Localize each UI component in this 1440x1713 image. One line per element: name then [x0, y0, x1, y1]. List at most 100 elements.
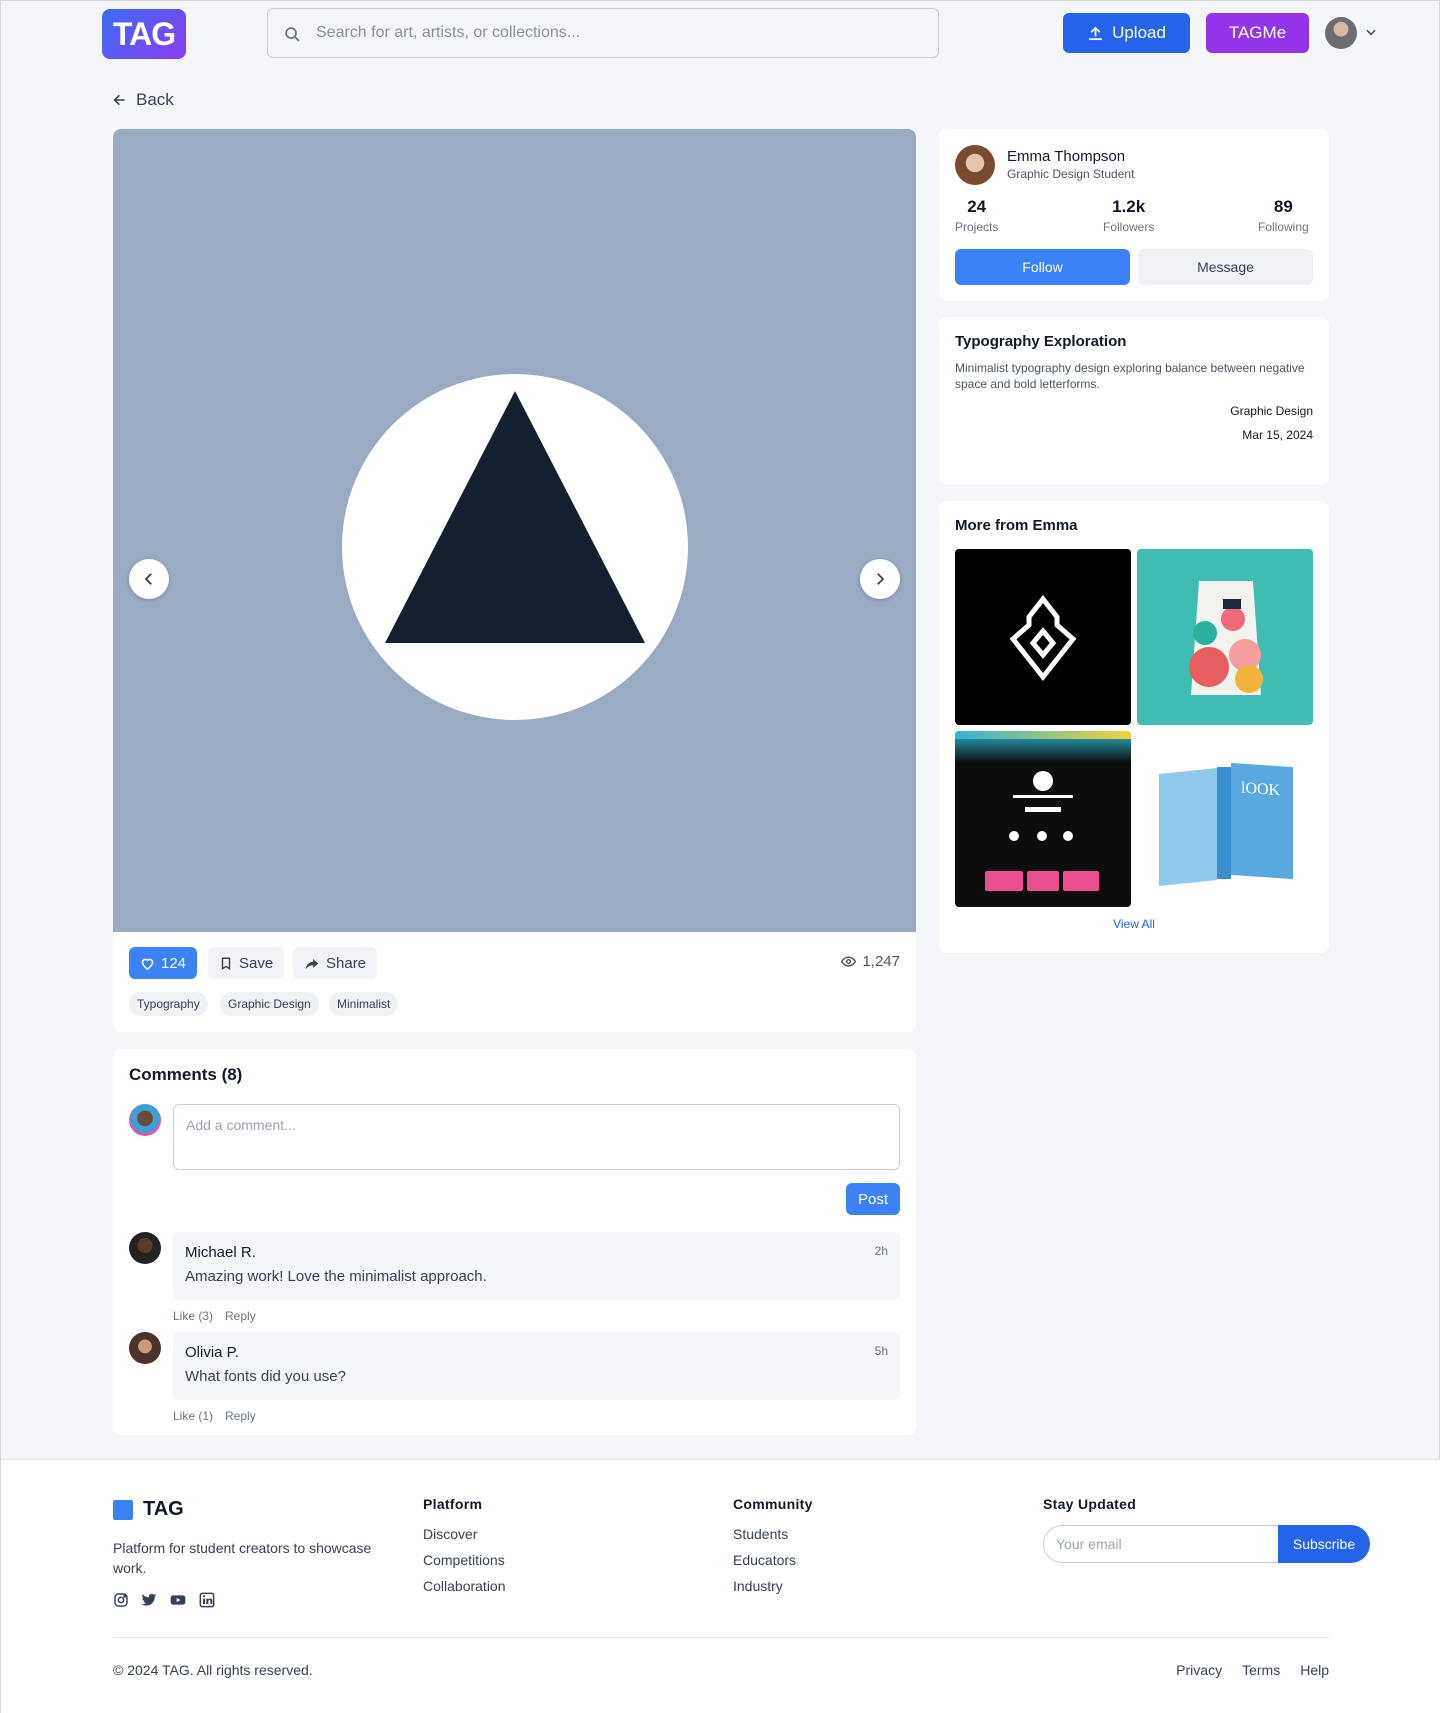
comment-actions: Like (3) Reply [173, 1309, 256, 1323]
comment-input[interactable] [173, 1104, 900, 1170]
book-front-cover: lOOK [1231, 762, 1293, 880]
search-input[interactable] [316, 9, 916, 57]
book-back-cover [1159, 767, 1217, 887]
tag-chip[interactable]: Graphic Design [220, 992, 319, 1016]
packaging-thumbnail[interactable] [1137, 549, 1313, 725]
book-thumbnail[interactable]: lOOK [1137, 731, 1313, 907]
footer-column-title: Platform [423, 1496, 483, 1512]
privacy-link[interactable]: Privacy [1176, 1662, 1222, 1678]
view-count: 1,247 [840, 953, 900, 970]
website-logo [1033, 771, 1053, 791]
stat-label: Projects [955, 220, 999, 234]
comment-author[interactable]: Michael R. [185, 1244, 256, 1261]
newsletter-email-input[interactable] [1043, 1525, 1279, 1563]
search-icon [285, 27, 300, 42]
footer-link-students[interactable]: Students [733, 1526, 813, 1542]
youtube-icon[interactable] [169, 1592, 187, 1608]
follow-button[interactable]: Follow [955, 249, 1130, 285]
footer-description: Platform for student creators to showcas… [113, 1540, 372, 1576]
footer-column-title: Community [733, 1496, 813, 1512]
previous-image-button[interactable] [129, 559, 169, 599]
comment-like-button[interactable]: Like (1) [173, 1409, 213, 1423]
share-label: Share [326, 954, 367, 972]
upload-button[interactable]: Upload [1063, 13, 1190, 53]
website-card [1027, 871, 1059, 891]
legal-links: Privacy Terms Help [1176, 1662, 1329, 1678]
website-feature-icon [1037, 831, 1047, 841]
comment-reply-button[interactable]: Reply [225, 1409, 256, 1423]
view-count-value: 1,247 [862, 953, 900, 970]
footer-link-discover[interactable]: Discover [423, 1526, 506, 1542]
save-button[interactable]: Save [208, 947, 285, 979]
message-label: Message [1197, 259, 1254, 275]
book-spine [1217, 767, 1231, 879]
artwork-category: Graphic Design [1230, 404, 1313, 418]
social-links [113, 1592, 215, 1608]
footer-link-industry[interactable]: Industry [733, 1578, 813, 1594]
artist-avatar[interactable] [955, 145, 995, 185]
artwork-actions: 124 Save Share 1,247 Typography Graphic … [113, 932, 916, 1032]
view-all-link[interactable]: View All [939, 917, 1329, 931]
stat-following: 89 Following [1258, 197, 1309, 234]
twitter-icon[interactable] [141, 1592, 157, 1608]
artist-role: Graphic Design Student [1007, 167, 1135, 181]
stat-label: Followers [1103, 220, 1155, 234]
copyright: © 2024 TAG. All rights reserved. [113, 1662, 313, 1678]
footer-link-competitions[interactable]: Competitions [423, 1552, 506, 1568]
tag-logo[interactable]: TAG [102, 9, 186, 59]
eye-icon [841, 956, 857, 967]
chevron-down-icon[interactable] [1364, 25, 1378, 39]
post-comment-button[interactable]: Post [846, 1183, 900, 1215]
tag-chip[interactable]: Typography [129, 992, 208, 1016]
website-feature-icon [1063, 831, 1073, 841]
back-label: Back [136, 90, 174, 109]
stat-followers: 1.2k Followers [1103, 197, 1154, 234]
tag-chip[interactable]: Minimalist [329, 992, 399, 1016]
footer-link-educators[interactable]: Educators [733, 1552, 813, 1568]
bookmark-icon [221, 957, 231, 970]
footer-community-column: Community Students Educators Industry [733, 1496, 813, 1604]
footer-divider [113, 1637, 1329, 1638]
artwork-description: Minimalist typography design exploring b… [955, 361, 1305, 391]
footer-logo-mark [113, 1499, 133, 1520]
share-button[interactable]: Share [293, 947, 378, 979]
commenter-avatar [129, 1232, 161, 1264]
website-feature-icon [1009, 831, 1019, 841]
upload-label: Upload [1112, 23, 1166, 42]
comment: Olivia P. 5h What fonts did you use? [173, 1332, 900, 1400]
linkedin-icon[interactable] [199, 1592, 215, 1608]
message-button[interactable]: Message [1138, 249, 1313, 285]
comment-author[interactable]: Olivia P. [185, 1344, 239, 1361]
back-link[interactable]: Back [112, 90, 174, 110]
like-button[interactable]: 124 [129, 947, 198, 979]
artwork-triangle [385, 391, 645, 643]
stat-projects: 24 Projects [955, 197, 998, 234]
comment-text: Amazing work! Love the minimalist approa… [185, 1268, 487, 1285]
comment-like-button[interactable]: Like (3) [173, 1309, 213, 1323]
help-link[interactable]: Help [1300, 1662, 1329, 1678]
current-user-avatar [129, 1104, 161, 1136]
artist-profile-card: Emma Thompson Graphic Design Student 24 … [939, 129, 1329, 301]
footer-logo[interactable]: TAG [113, 1498, 184, 1521]
stat-value: 24 [967, 197, 987, 216]
comment: Michael R. 2h Amazing work! Love the min… [173, 1232, 900, 1300]
user-avatar[interactable] [1325, 17, 1357, 49]
footer-link-collaboration[interactable]: Collaboration [423, 1578, 506, 1594]
footer-platform-column: Platform Discover Competitions Collabora… [423, 1496, 506, 1604]
artist-name[interactable]: Emma Thompson [1007, 148, 1125, 165]
website-thumbnail[interactable] [955, 731, 1131, 907]
next-image-button[interactable] [860, 559, 900, 599]
search-bar[interactable] [267, 8, 939, 58]
comment-reply-button[interactable]: Reply [225, 1309, 256, 1323]
comment-time: 2h [874, 1244, 888, 1258]
instagram-icon[interactable] [113, 1592, 129, 1608]
logo-mark-thumbnail[interactable] [955, 549, 1131, 725]
terms-link[interactable]: Terms [1242, 1662, 1280, 1678]
footer-newsletter: Stay Updated [1043, 1496, 1136, 1526]
subscribe-button[interactable]: Subscribe [1278, 1525, 1370, 1563]
upload-icon [1089, 26, 1102, 40]
like-count: 124 [161, 954, 187, 972]
save-label: Save [239, 954, 274, 972]
tagme-button[interactable]: TAGMe [1206, 13, 1309, 53]
subscribe-label: Subscribe [1292, 1536, 1356, 1552]
